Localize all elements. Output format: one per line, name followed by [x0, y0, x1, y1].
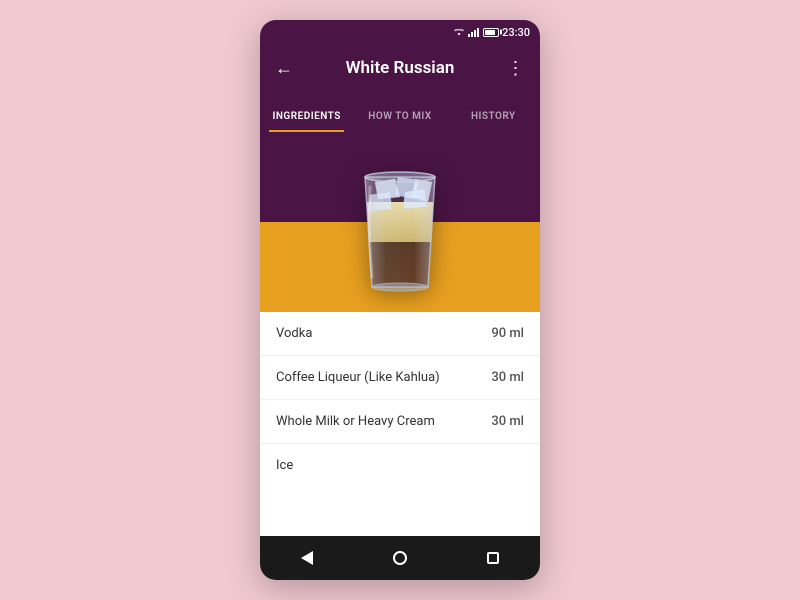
ingredient-row: Whole Milk or Heavy Cream 30 ml [260, 400, 540, 444]
ingredient-name: Whole Milk or Heavy Cream [276, 414, 435, 429]
menu-button[interactable]: ⋮ [504, 58, 528, 79]
wifi-icon [453, 27, 465, 37]
signal-icon [468, 27, 480, 37]
back-triangle-icon [301, 551, 313, 565]
tab-bar: INGREDIENTS HOW TO MIX HISTORY [260, 92, 540, 132]
ingredient-amount: 30 ml [491, 370, 524, 385]
ingredient-amount: 30 ml [491, 414, 524, 429]
ingredient-amount: 90 ml [491, 326, 524, 341]
page-title: White Russian [296, 58, 504, 78]
ingredient-name: Vodka [276, 326, 312, 341]
ingredient-row: Coffee Liqueur (Like Kahlua) 30 ml [260, 356, 540, 400]
status-bar: 23:30 [260, 20, 540, 44]
recent-square-icon [487, 552, 499, 564]
ingredient-name: Coffee Liqueur (Like Kahlua) [276, 370, 440, 385]
nav-home-button[interactable] [380, 538, 420, 578]
status-time: 23:30 [502, 26, 530, 39]
tab-history[interactable]: HISTORY [447, 111, 540, 132]
ingredient-name: Ice [276, 458, 293, 473]
phone-frame: 23:30 ← White Russian ⋮ INGREDIENTS HOW … [260, 20, 540, 580]
back-button[interactable]: ← [272, 58, 296, 79]
ingredient-row: Vodka 90 ml [260, 312, 540, 356]
tab-ingredients[interactable]: INGREDIENTS [260, 111, 353, 132]
status-icons: 23:30 [453, 26, 530, 39]
ingredient-row: Ice [260, 444, 540, 487]
home-circle-icon [393, 551, 407, 565]
ingredients-list: Vodka 90 ml Coffee Liqueur (Like Kahlua)… [260, 312, 540, 536]
tab-howto[interactable]: HOW TO MIX [353, 111, 446, 132]
cocktail-glass [340, 147, 460, 297]
nav-back-button[interactable] [287, 538, 327, 578]
battery-icon [483, 28, 499, 37]
app-header: ← White Russian ⋮ [260, 44, 540, 92]
navigation-bar [260, 536, 540, 580]
nav-recent-button[interactable] [473, 538, 513, 578]
cocktail-image-section [260, 132, 540, 312]
